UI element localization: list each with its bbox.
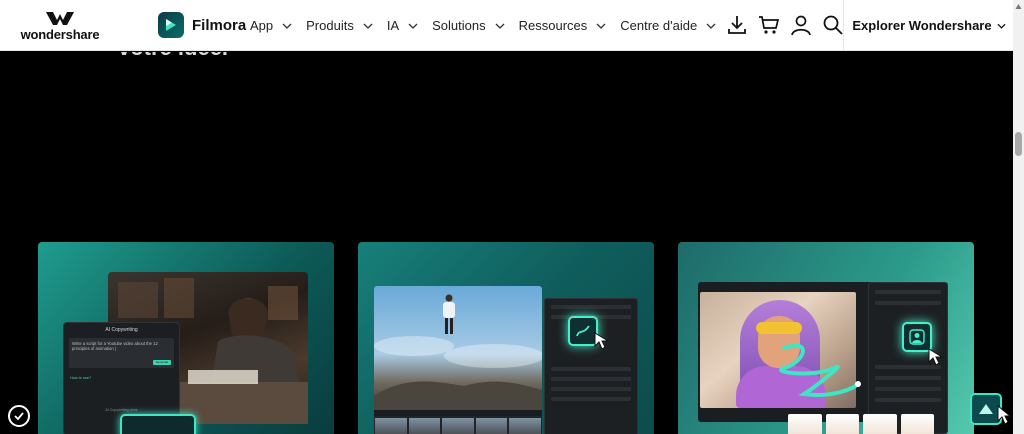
menu-item-centre-aide[interactable]: Centre d'aide: [620, 18, 716, 33]
main-menu: App Produits IA Solutions Ressources Cen…: [250, 0, 730, 51]
video-preview: [374, 286, 544, 410]
cookie-check-icon[interactable]: [8, 405, 30, 427]
feature-card-portrait[interactable]: [678, 242, 974, 434]
mouse-pointer-icon: [997, 405, 1011, 425]
user-icon[interactable]: [789, 13, 813, 37]
menu-label: Ressources: [518, 18, 588, 33]
scroll-up-arrow-icon[interactable]: [1015, 3, 1022, 11]
portrait-thumb: [863, 414, 897, 434]
menu-label: Centre d'aide: [620, 18, 698, 33]
chevron-down-icon: [596, 23, 606, 29]
panel-row: [875, 398, 941, 402]
portrait-thumbnails: [788, 414, 938, 434]
chevron-down-icon: [495, 23, 505, 29]
filmora-logo-icon: [158, 12, 184, 38]
feature-card-editor[interactable]: [358, 242, 654, 434]
how-to-use-link[interactable]: How to use?: [70, 376, 179, 380]
menu-label: Produits: [306, 18, 354, 33]
arrow-up-icon: [979, 404, 993, 414]
timeline-thumb: [442, 418, 474, 434]
nav-tools: [725, 13, 853, 37]
search-icon[interactable]: [821, 13, 845, 37]
menu-label: IA: [386, 18, 400, 33]
chevron-down-icon: [706, 23, 716, 29]
timeline-thumb: [509, 418, 541, 434]
chevron-down-icon: [363, 23, 373, 29]
prompt-text: Write a script for a Youtube video about…: [72, 341, 158, 351]
generation-status: AI Copywriting done: [105, 408, 138, 412]
explore-wondershare-menu[interactable]: Explorer Wondershare: [843, 0, 1014, 51]
generate-button[interactable]: Generate: [153, 360, 171, 365]
wondershare-mark-icon: [46, 12, 74, 25]
page-scrollbar[interactable]: [1013, 0, 1024, 434]
scrollbar-thumb[interactable]: [1015, 132, 1022, 156]
brand-name: wondershare: [20, 27, 100, 42]
chevron-down-icon: [282, 23, 292, 29]
menu-item-ressources[interactable]: Ressources: [519, 18, 607, 33]
wondershare-logo[interactable]: wondershare: [20, 10, 100, 44]
portrait-sunglasses: [756, 322, 802, 334]
panel-row: [551, 387, 631, 391]
chevron-down-icon: [408, 23, 418, 29]
top-navbar: wondershare Filmora App Produits IA Solu…: [0, 0, 1013, 51]
menu-item-produits[interactable]: Produits: [306, 18, 373, 33]
cursor-icon: [928, 348, 944, 366]
portrait-thumb: [900, 414, 934, 434]
menu-label: Solutions: [432, 18, 486, 33]
prompt-input[interactable]: Write a script for a Youtube video about…: [69, 338, 174, 368]
timeline-thumb: [408, 418, 441, 434]
timeline-thumb: [375, 418, 407, 434]
panel-row: [875, 301, 941, 305]
menu-item-ia[interactable]: IA: [387, 18, 418, 33]
panel-row: [875, 376, 941, 380]
timeline-thumb: [475, 418, 508, 434]
menu-label: App: [250, 18, 274, 33]
filmora-product-link[interactable]: Filmora: [158, 12, 246, 38]
panel-row: [551, 377, 631, 381]
menu-item-app[interactable]: App: [250, 18, 292, 33]
portrait-thumb: [825, 414, 859, 434]
product-name: Filmora: [192, 16, 247, 34]
squiggle-mark-icon: [779, 343, 861, 397]
download-icon[interactable]: [725, 13, 749, 37]
chevron-down-icon: [997, 23, 1006, 29]
panel-row: [875, 387, 941, 391]
feature-card-ai-copywriting[interactable]: AI Copywriting Write a script for a Yout…: [38, 242, 334, 434]
explore-label: Explorer Wondershare: [852, 18, 992, 33]
timeline-thumbnails: [374, 416, 542, 434]
panel-title: AI Copywriting: [105, 327, 138, 333]
portrait-thumb: [788, 414, 822, 434]
panel-row: [551, 367, 631, 371]
cursor-icon: [594, 332, 610, 350]
panel-row: [875, 290, 941, 294]
menu-item-solutions[interactable]: Solutions: [432, 18, 505, 33]
panel-row: [551, 305, 631, 309]
cart-icon[interactable]: [757, 13, 781, 37]
panel-row: [551, 397, 631, 401]
highlight-chip: [120, 414, 196, 434]
floating-man-figure: [443, 294, 455, 334]
